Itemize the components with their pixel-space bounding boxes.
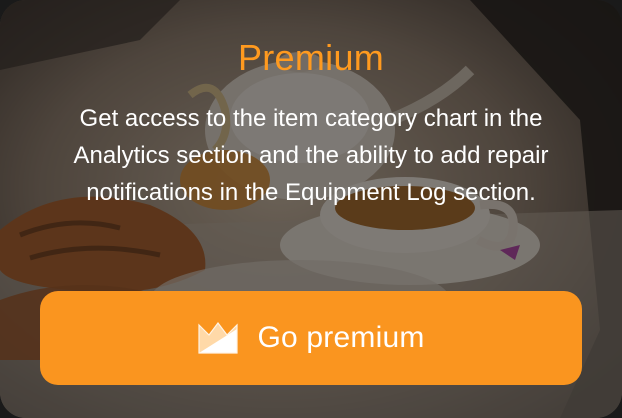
go-premium-label: Go premium bbox=[257, 321, 425, 354]
premium-description: Get access to the item category chart in… bbox=[73, 105, 549, 206]
premium-card: Premium Get access to the item category … bbox=[0, 0, 622, 418]
premium-crown-icon bbox=[198, 322, 239, 354]
go-premium-button[interactable]: Go premium bbox=[40, 291, 582, 385]
premium-content: Premium Get access to the item category … bbox=[0, 0, 622, 418]
premium-title: Premium bbox=[237, 37, 385, 78]
